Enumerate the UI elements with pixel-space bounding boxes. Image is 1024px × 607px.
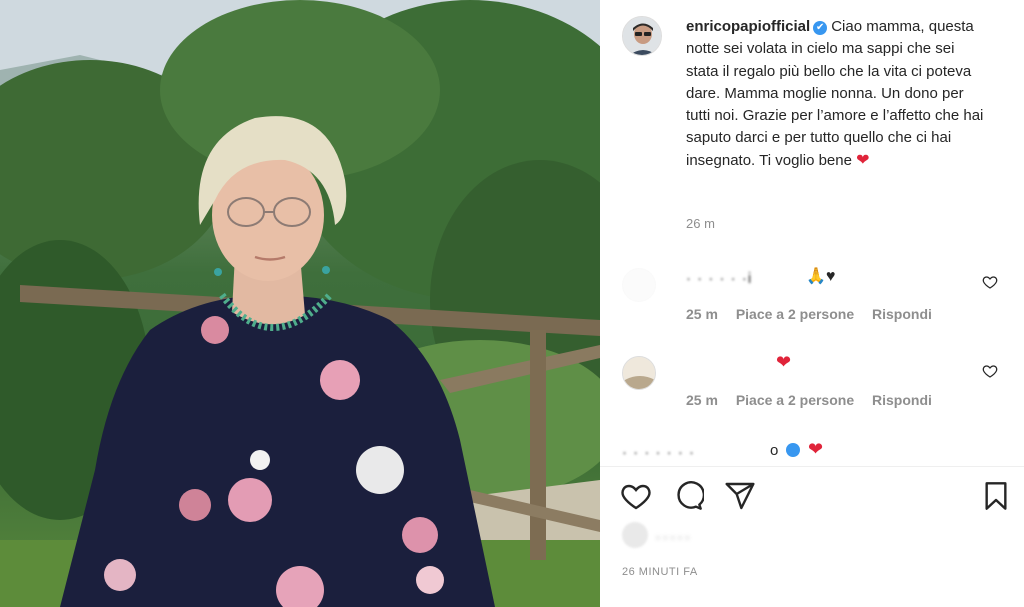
comment-meta: 25 m Piace a 2 persone Rispondi <box>686 392 946 408</box>
commenter-name-fragment: o <box>770 442 779 459</box>
heart-icon[interactable] <box>620 480 652 512</box>
comment-icon[interactable] <box>672 480 704 512</box>
comment-like-icon[interactable] <box>982 274 998 290</box>
author-avatar[interactable] <box>622 16 662 56</box>
author-username[interactable]: enricopapiofficial <box>686 18 810 35</box>
comment-like-icon[interactable] <box>982 363 998 379</box>
share-icon[interactable] <box>724 480 756 512</box>
actions-divider <box>600 466 1024 467</box>
verified-icon <box>786 443 800 457</box>
commenter-name-obscured[interactable]: · · · · · ·i <box>686 270 796 290</box>
post-caption: enricopapiofficial ✔ Ciao mamma, questa no… <box>686 16 986 172</box>
comment-time: 25 m <box>686 306 718 322</box>
avatar-image <box>623 17 661 55</box>
caption-text: Ciao mamma, questa notte sei volata in c… <box>686 18 984 169</box>
commenter-avatar[interactable] <box>622 356 656 390</box>
heart-emoji: ❤ <box>856 151 870 169</box>
liked-by-obscured: · · · · · <box>656 530 690 544</box>
photo-illustration <box>0 0 600 607</box>
comment-likes[interactable]: Piace a 2 persone <box>736 306 854 322</box>
comment-time: 25 m <box>686 392 718 408</box>
commenter-avatar[interactable] <box>622 268 656 302</box>
comment-meta: 25 m Piace a 2 persone Rispondi <box>686 306 946 322</box>
comment-likes[interactable]: Piace a 2 persone <box>736 392 854 408</box>
bookmark-icon[interactable] <box>980 480 1012 512</box>
verified-icon: ✔ <box>813 21 828 35</box>
comment-emoji: ❤ <box>776 352 792 372</box>
reply-button[interactable]: Rispondi <box>872 306 932 322</box>
comment-item: · · · · · · · o ❤ <box>600 440 1024 462</box>
comment-emoji: 🙏♥ <box>806 268 836 285</box>
reply-button[interactable]: Rispondi <box>872 392 932 408</box>
comment-emoji: ❤ <box>808 440 824 459</box>
commenter-avatar-image <box>623 357 655 389</box>
post-date: 26 MINUTI FA <box>622 566 698 578</box>
post-side-panel: enricopapiofficial ✔ Ciao mamma, questa no… <box>600 0 1024 607</box>
commenter-name-obscured[interactable]: · · · · · · · <box>622 444 772 462</box>
caption-timestamp[interactable]: 26 m <box>686 216 715 231</box>
post-photo[interactable] <box>0 0 600 607</box>
liked-by-avatar[interactable] <box>622 522 648 548</box>
